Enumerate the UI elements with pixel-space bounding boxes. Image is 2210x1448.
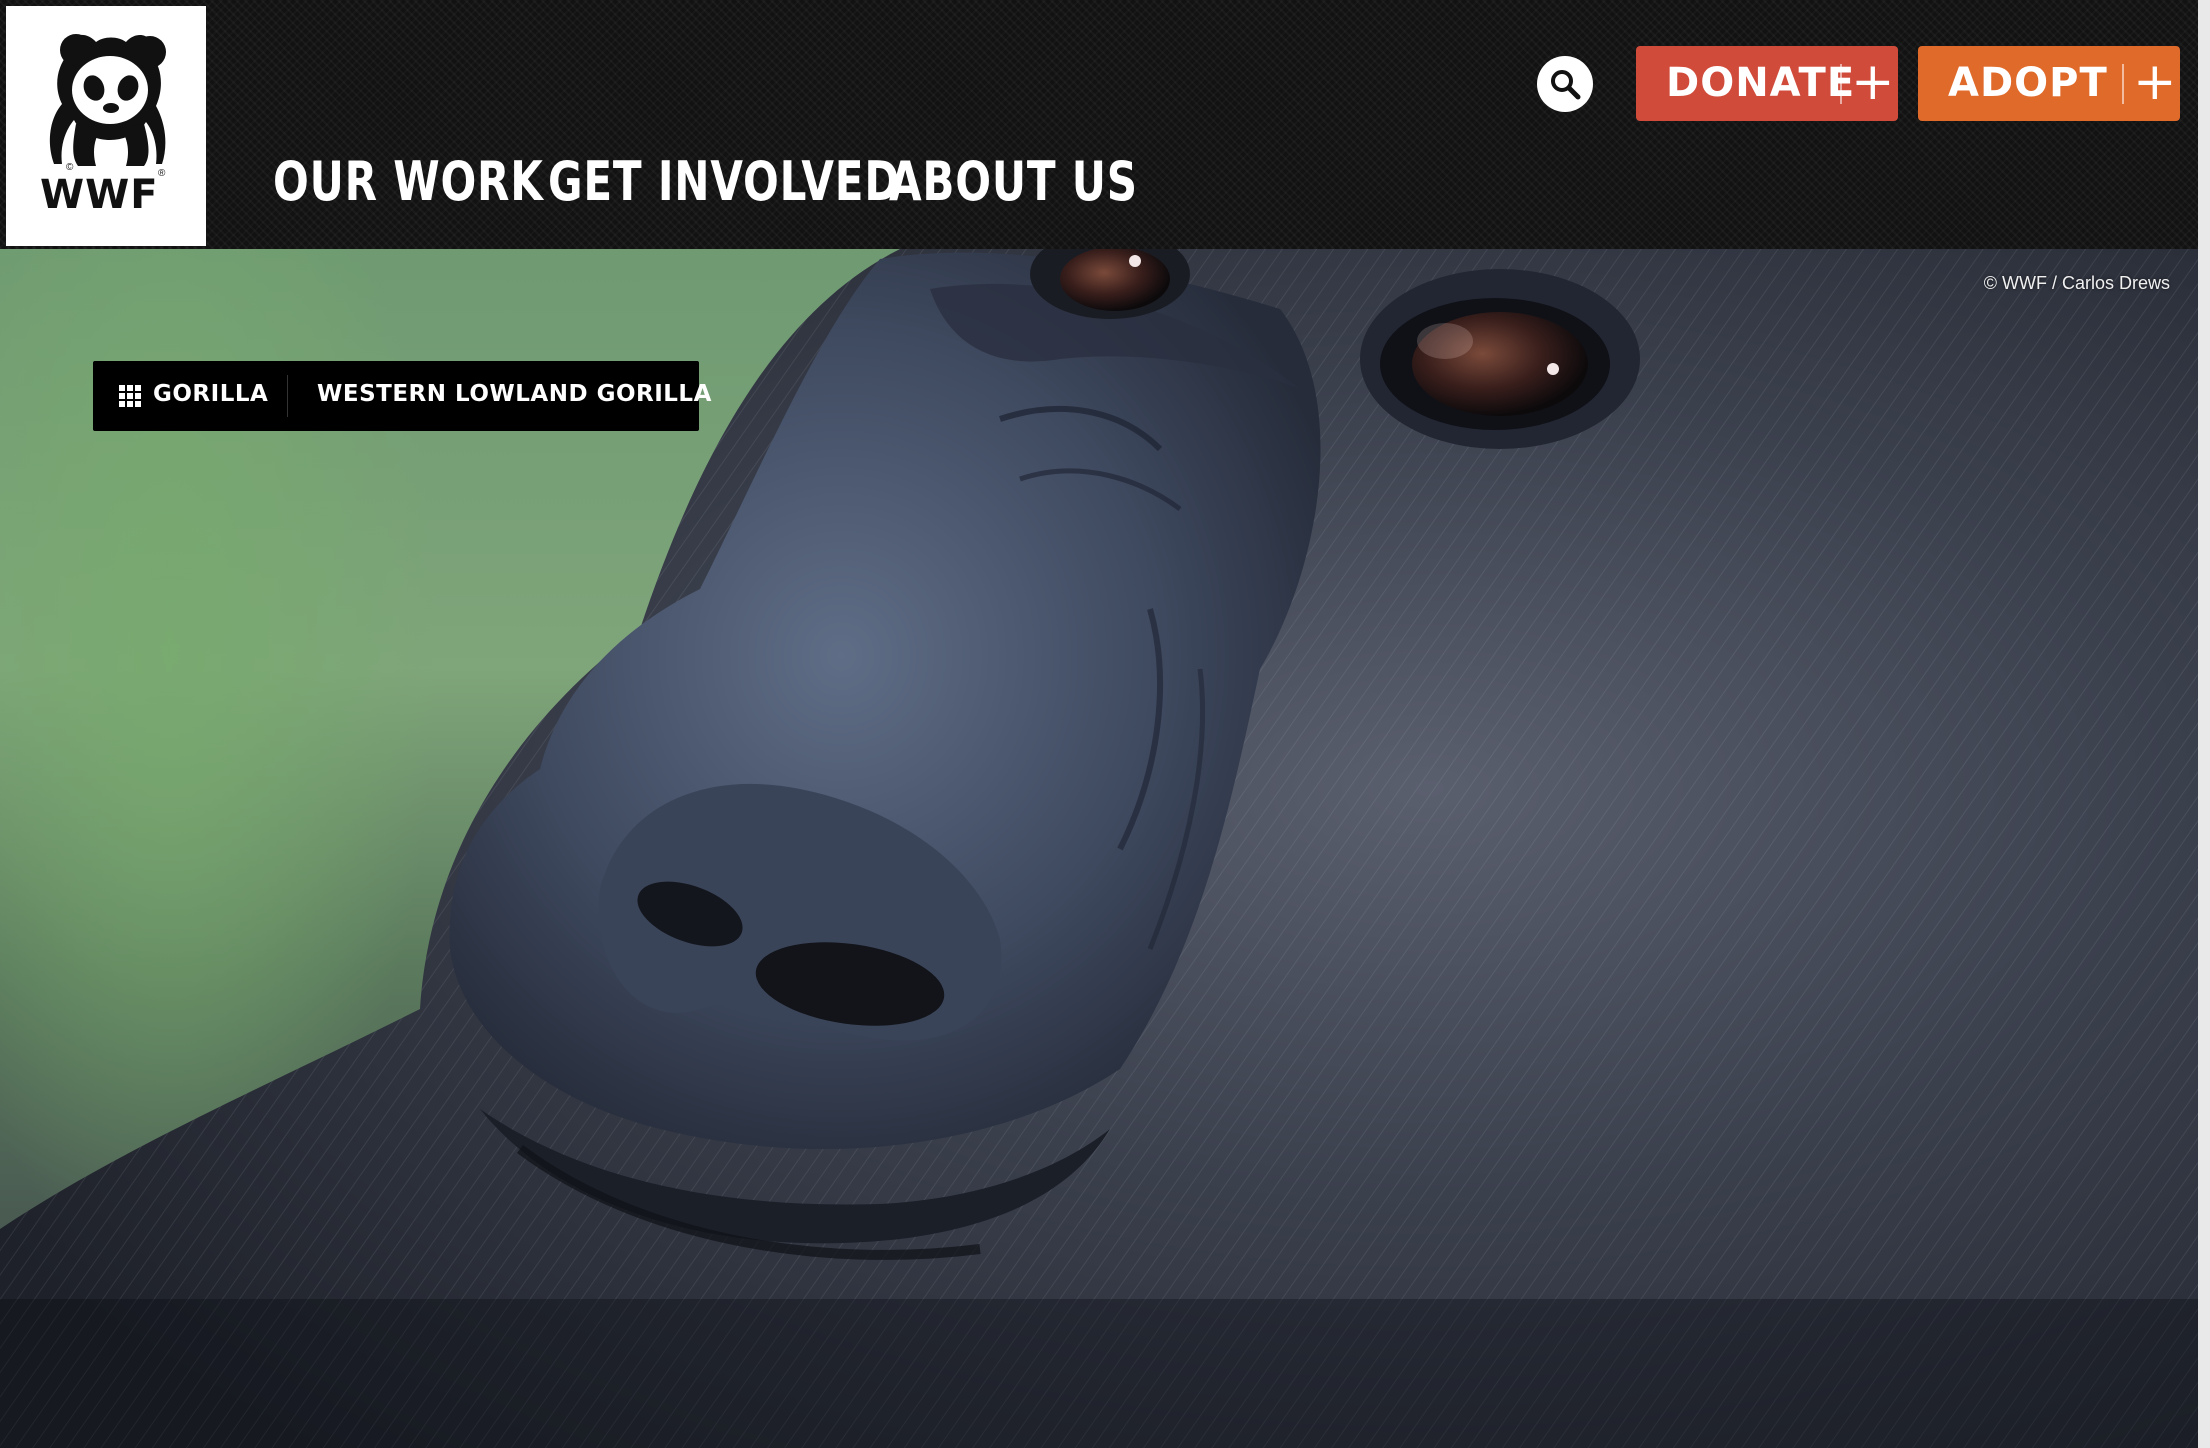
adopt-label: ADOPT bbox=[1948, 60, 2108, 106]
adopt-button[interactable]: ADOPT + bbox=[1918, 46, 2180, 121]
nav-about-us[interactable]: ABOUT US bbox=[889, 150, 1138, 213]
nav-our-work[interactable]: OUR WORK bbox=[273, 150, 544, 213]
nav-get-involved[interactable]: GET INVOLVED bbox=[548, 150, 900, 213]
site-header: © ® WWF OUR WORK GET INVOLVED ABOUT US D… bbox=[0, 0, 2198, 249]
donate-divider bbox=[1840, 64, 1842, 104]
plus-icon: + bbox=[2133, 52, 2178, 112]
page-edge bbox=[2198, 0, 2210, 1448]
logo-text: WWF bbox=[40, 172, 159, 218]
search-button[interactable] bbox=[1537, 56, 1593, 112]
breadcrumb-gorilla[interactable]: GORILLA bbox=[153, 381, 268, 407]
donate-label: DONATE bbox=[1666, 60, 1856, 106]
hero-image: © WWF / Carlos Drews GORILLA WESTERN LOW… bbox=[0, 249, 2198, 1448]
donate-button[interactable]: DONATE + bbox=[1636, 46, 1898, 121]
breadcrumb: GORILLA WESTERN LOWLAND GORILLA bbox=[93, 361, 711, 431]
breadcrumb-divider bbox=[287, 375, 288, 417]
breadcrumb-western-lowland-gorilla[interactable]: WESTERN LOWLAND GORILLA bbox=[317, 381, 712, 407]
svg-text:®: ® bbox=[158, 168, 166, 179]
page: © ® WWF OUR WORK GET INVOLVED ABOUT US D… bbox=[0, 0, 2210, 1448]
search-icon bbox=[1551, 70, 1581, 100]
grid-icon bbox=[119, 385, 141, 407]
photo-credit: © WWF / Carlos Drews bbox=[1983, 273, 2170, 293]
plus-icon: + bbox=[1851, 52, 1896, 112]
wwf-logo[interactable]: © ® WWF bbox=[6, 6, 206, 246]
adopt-divider bbox=[2122, 64, 2124, 104]
